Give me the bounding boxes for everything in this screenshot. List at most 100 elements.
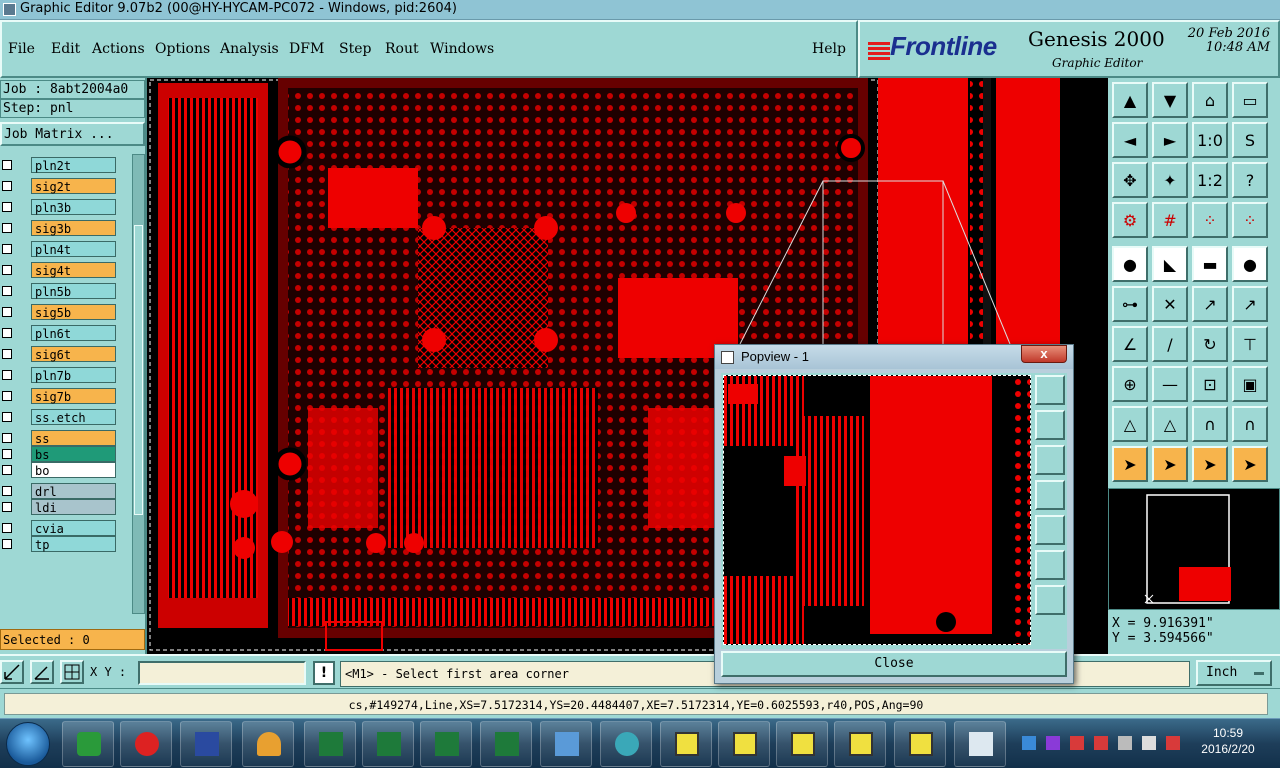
house-tool-button[interactable]: ⌂ [1192,82,1228,118]
popview-zoom-out-button[interactable] [1035,585,1065,615]
layer-name[interactable]: pln3b [31,199,116,215]
layer-checkbox[interactable] [2,391,12,401]
popview-close-icon[interactable]: x [1021,345,1067,363]
center-tool-button[interactable]: ✦ [1152,162,1188,198]
job-matrix-button[interactable]: Job Matrix ... [0,122,145,146]
pointer-tool-button[interactable]: ➤ [1112,446,1148,482]
tray-volume-icon[interactable] [1142,736,1156,750]
layer-row[interactable]: pln5b [0,283,116,299]
tray-connection-icon[interactable] [1118,736,1132,750]
pad-tool-button[interactable]: ● [1112,246,1148,282]
layer-row[interactable]: cvia [0,520,116,536]
s-shape-tool-button[interactable]: S [1232,122,1268,158]
pointer-circle-tool-button[interactable]: ➤ [1192,446,1228,482]
layer-row[interactable]: drl [0,483,116,499]
layer-checkbox[interactable] [2,502,12,512]
popview-titlebar[interactable]: Popview - 1 x [715,345,1073,369]
menu-step[interactable]: Step [339,41,371,57]
layer-checkbox[interactable] [2,307,12,317]
layer-row[interactable]: pln2t [0,157,116,173]
layer-name[interactable]: bo [31,462,116,478]
taskbar-excel-3[interactable] [420,721,472,767]
pointer-box-tool-button[interactable]: ➤ [1152,446,1188,482]
arch-tool-button[interactable]: ∩ [1192,406,1228,442]
taskbar-shell[interactable] [242,721,294,767]
layer-name[interactable]: pln6t [31,325,116,341]
layer-name[interactable]: sig5b [31,304,116,320]
menu-options[interactable]: Options [155,41,210,57]
taskbar-genesis-4[interactable] [834,721,886,767]
layer-checkbox[interactable] [2,539,12,549]
layer-row[interactable]: sig2t [0,178,116,194]
layer-row[interactable]: bo [0,462,116,478]
layer-checkbox[interactable] [2,433,12,443]
tray-alert-icon[interactable] [1094,736,1108,750]
layer-name[interactable]: cvia [31,520,116,536]
menu-edit[interactable]: Edit [51,41,80,57]
triangle2-tool-button[interactable]: △ [1152,406,1188,442]
units-selector[interactable]: Inch [1196,660,1272,686]
layer-name[interactable]: pln2t [31,157,116,173]
layer-row[interactable]: ldi [0,499,116,515]
layer-checkbox[interactable] [2,370,12,380]
zoom-home-tool-button[interactable]: ▲ [1112,82,1148,118]
layer-checkbox[interactable] [2,486,12,496]
net-tool-button[interactable]: ⊶ [1112,286,1148,322]
layer-row[interactable]: tp [0,536,116,552]
cross-tool-button[interactable]: ✕ [1152,286,1188,322]
xy-input[interactable] [138,661,306,685]
popview-pan-left-button[interactable] [1035,480,1065,510]
layer-checkbox[interactable] [2,160,12,170]
popview-pan-up-button[interactable] [1035,410,1065,440]
grid-snap-button[interactable] [60,660,84,684]
arrow-red2-tool-button[interactable]: ↗ [1232,286,1268,322]
slash-tool-button[interactable]: / [1152,326,1188,362]
arc-tool-button[interactable]: ↻ [1192,326,1228,362]
help-tool-button[interactable]: ? [1232,162,1268,198]
taskbar-excel-4[interactable] [480,721,532,767]
scroll-thumb[interactable] [134,225,143,515]
layer-checkbox[interactable] [2,265,12,275]
menu-help[interactable]: Help [812,41,846,57]
measure-angle-button[interactable] [30,660,54,684]
pan-left-tool-button[interactable]: ◄ [1112,122,1148,158]
zoom-in-tool-button[interactable]: ▼ [1152,82,1188,118]
grid-tool-button[interactable]: # [1152,202,1188,238]
pan-right-tool-button[interactable]: ► [1152,122,1188,158]
taskbar-genesis-3[interactable] [776,721,828,767]
taskbar-notepad[interactable] [540,721,592,767]
taskbar-clock[interactable]: 10:59 2016/2/20 [1186,725,1270,757]
popview-pan-right-button[interactable] [1035,515,1065,545]
layer-checkbox[interactable] [2,449,12,459]
triangle-tool-button[interactable]: △ [1112,406,1148,442]
layer-row[interactable]: sig5b [0,304,116,320]
pointer-net-tool-button[interactable]: ➤ [1232,446,1268,482]
group-tool-button[interactable]: ▣ [1232,366,1268,402]
taskbar-app-f[interactable] [62,721,114,767]
taskbar-app-g[interactable] [120,721,172,767]
ruler-tool-button[interactable]: ⚙ [1112,202,1148,238]
layer-row[interactable]: sig4t [0,262,116,278]
menu-windows[interactable]: Windows [430,41,494,57]
taskbar-genesis-2[interactable] [718,721,770,767]
layer-scrollbar[interactable] [132,154,145,614]
layer-name[interactable]: sig2t [31,178,116,194]
taskbar-genesis-1[interactable] [660,721,712,767]
layer-name[interactable]: ss [31,430,116,446]
popview-canvas[interactable] [723,375,1031,645]
layer-name[interactable]: sig7b [31,388,116,404]
layer-row[interactable]: pln6t [0,325,116,341]
taskbar-eye-app[interactable] [600,721,652,767]
layer-checkbox[interactable] [2,412,12,422]
layer-name[interactable]: ldi [31,499,116,515]
layer-checkbox[interactable] [2,523,12,533]
layer-checkbox[interactable] [2,223,12,233]
start-button[interactable] [6,722,50,766]
layer-row[interactable]: pln4t [0,241,116,257]
window-tool-button[interactable]: ▭ [1232,82,1268,118]
menu-rout[interactable]: Rout [385,41,419,57]
zoom-area-button[interactable] [0,660,24,684]
layer-name[interactable]: ss.etch [31,409,116,425]
layer-name[interactable]: sig3b [31,220,116,236]
layer-checkbox[interactable] [2,181,12,191]
